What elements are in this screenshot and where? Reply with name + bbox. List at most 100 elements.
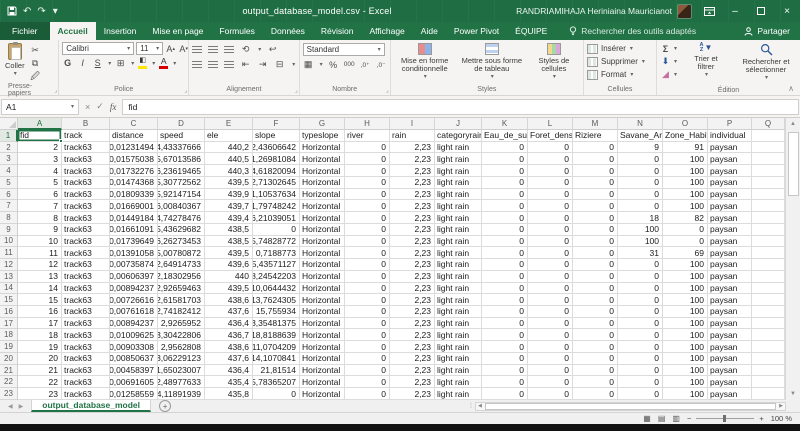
fill-color-icon[interactable]: ◧ [138,57,147,69]
increase-decimal-icon[interactable]: ,0⁺ [360,59,371,70]
cell-E21[interactable]: 436,4 [205,365,253,377]
cell-N9[interactable]: 100 [618,224,663,236]
cell-O17[interactable]: 100 [663,318,708,330]
italic-button[interactable]: I [77,58,88,69]
cell-L3[interactable]: 0 [528,153,573,165]
cell-J9[interactable]: light rain [435,224,482,236]
cell-L5[interactable]: 0 [528,177,573,189]
cell-L11[interactable]: 0 [528,247,573,259]
redo-icon[interactable]: ↷ [37,6,45,17]
column-header-M[interactable]: M [573,118,618,130]
cell-H18[interactable]: 0 [345,329,390,341]
cell-F22[interactable]: 5,78365207 [253,376,300,388]
cell-E3[interactable]: 440,5 [205,153,253,165]
cell-H17[interactable]: 0 [345,318,390,330]
cell-K10[interactable]: 0 [482,236,528,248]
fill-handle[interactable] [59,139,63,143]
cell-J20[interactable]: light rain [435,353,482,365]
cell-L1[interactable]: Foret_dense [528,130,573,142]
cell-B17[interactable]: track63 [62,318,110,330]
font-dialog-launcher-icon[interactable]: ⌟ [184,87,187,94]
minimize-icon[interactable]: – [722,0,748,22]
accounting-format-icon[interactable]: ▦ [303,59,314,70]
cell-I6[interactable]: 2,23 [390,189,435,201]
cell-F2[interactable]: 2,43606642 [253,142,300,154]
cell-M8[interactable]: 0 [573,212,618,224]
row-number-6[interactable]: 6 [0,189,18,201]
cell-O1[interactable]: Zone_Habita [663,130,708,142]
cell-Q5[interactable] [752,177,785,189]
row-number-5[interactable]: 5 [0,177,18,189]
cell-N8[interactable]: 18 [618,212,663,224]
cell-E19[interactable]: 438,6 [205,341,253,353]
cell-E14[interactable]: 439,5 [205,283,253,295]
cell-L16[interactable]: 0 [528,306,573,318]
cell-P8[interactable]: paysan [708,212,752,224]
comma-style-icon[interactable]: 000 [344,59,355,70]
cell-I12[interactable]: 2,23 [390,259,435,271]
cell-C2[interactable]: 0,01231494 [110,142,158,154]
row-number-21[interactable]: 21 [0,365,18,377]
fill-icon[interactable]: ⬇ [660,56,671,67]
cell-H2[interactable]: 0 [345,142,390,154]
select-all-corner[interactable] [0,118,18,130]
cell-Q17[interactable] [752,318,785,330]
cell-A22[interactable]: 22 [18,376,62,388]
qat-customize-icon[interactable]: ▾ [53,6,58,17]
cell-H22[interactable]: 0 [345,376,390,388]
cell-J10[interactable]: light rain [435,236,482,248]
row-number-3[interactable]: 3 [0,153,18,165]
cell-C5[interactable]: 0,01474368 [110,177,158,189]
ribbon-display-options-icon[interactable] [696,0,722,22]
cell-N12[interactable]: 0 [618,259,663,271]
cell-Q7[interactable] [752,200,785,212]
cell-G3[interactable]: Horizontal [300,153,345,165]
cell-A21[interactable]: 21 [18,365,62,377]
cell-G15[interactable]: Horizontal [300,294,345,306]
cell-O7[interactable]: 100 [663,200,708,212]
cell-B13[interactable]: track63 [62,271,110,283]
formula-input[interactable]: fid [122,99,799,115]
cell-M9[interactable]: 0 [573,224,618,236]
column-header-G[interactable]: G [300,118,345,130]
cell-F16[interactable]: 15,755934 [253,306,300,318]
cell-N4[interactable]: 0 [618,165,663,177]
zoom-slider[interactable]: − + [687,414,764,423]
cell-F12[interactable]: 5,43571127 [253,259,300,271]
cell-G14[interactable]: Horizontal [300,283,345,295]
cell-D15[interactable]: 2,61581703 [158,294,205,306]
cell-I22[interactable]: 2,23 [390,376,435,388]
cell-P12[interactable]: paysan [708,259,752,271]
row-number-13[interactable]: 13 [0,271,18,283]
cell-N18[interactable]: 0 [618,329,663,341]
cell-L19[interactable]: 0 [528,341,573,353]
row-number-4[interactable]: 4 [0,165,18,177]
cell-Q16[interactable] [752,306,785,318]
cell-K19[interactable]: 0 [482,341,528,353]
cell-B19[interactable]: track63 [62,341,110,353]
cell-Q8[interactable] [752,212,785,224]
cell-H20[interactable]: 0 [345,353,390,365]
cell-M6[interactable]: 0 [573,189,618,201]
cell-H9[interactable]: 0 [345,224,390,236]
cell-M22[interactable]: 0 [573,376,618,388]
cell-D14[interactable]: 2,92659463 [158,283,205,295]
cell-I20[interactable]: 2,23 [390,353,435,365]
cell-B11[interactable]: track63 [62,247,110,259]
cell-A12[interactable]: 12 [18,259,62,271]
cell-I10[interactable]: 2,23 [390,236,435,248]
cell-O20[interactable]: 100 [663,353,708,365]
font-name-select[interactable]: Calibri▾ [62,42,134,55]
horizontal-scroll-thumb[interactable] [485,403,776,410]
zoom-out-icon[interactable]: − [687,414,691,423]
cell-H23[interactable]: 0 [345,388,390,400]
cell-H11[interactable]: 0 [345,247,390,259]
cell-F11[interactable]: 0,7188773 [253,247,300,259]
insert-function-icon[interactable]: fx [110,102,117,112]
cell-C10[interactable]: 0,01739649 [110,236,158,248]
cell-E12[interactable]: 439,6 [205,259,253,271]
align-top-icon[interactable] [192,46,202,54]
cell-H15[interactable]: 0 [345,294,390,306]
cell-H21[interactable]: 0 [345,365,390,377]
cell-A19[interactable]: 19 [18,341,62,353]
